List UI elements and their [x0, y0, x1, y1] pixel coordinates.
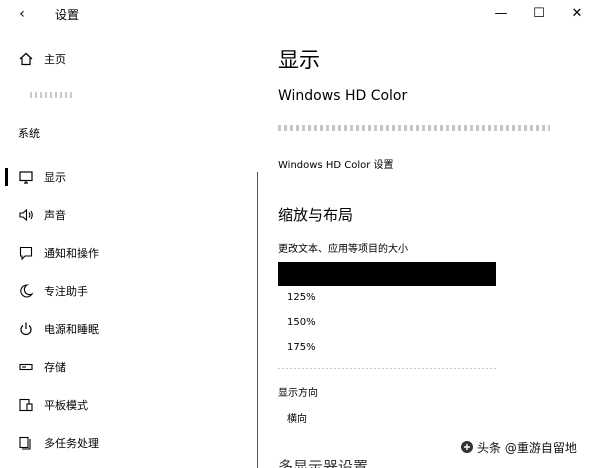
sidebar-item-label: 显示 — [44, 171, 66, 184]
sidebar-item-label: 声音 — [44, 209, 66, 222]
scale-option-label: 175% — [287, 342, 316, 353]
multitask-icon — [19, 436, 31, 450]
watermark-text: 头条 @重游自留地 — [477, 440, 577, 455]
sidebar-item-label: 平板模式 — [44, 399, 88, 412]
moon-icon — [20, 284, 34, 298]
sidebar-item-notifications[interactable]: 通知和操作 — [0, 238, 258, 268]
window-title: 设置 — [55, 8, 80, 22]
sidebar-item-label: 电源和睡眠 — [44, 323, 99, 336]
sidebar-item-sound[interactable]: 声音 — [0, 200, 258, 230]
sidebar-section-title: 系统 — [18, 127, 40, 140]
dropdown-bottom-border — [278, 368, 496, 369]
storage-icon — [19, 363, 33, 371]
scale-option-label: 125% — [287, 292, 316, 303]
hd-color-description-blurred — [278, 125, 550, 131]
sidebar-scrollbar[interactable] — [257, 172, 258, 468]
user-account-blurred — [30, 92, 74, 98]
orientation-dropdown[interactable]: 横向 — [287, 410, 307, 425]
monitor-icon — [19, 171, 33, 184]
sidebar-item-power-sleep[interactable]: 电源和睡眠 — [0, 314, 258, 344]
toutiao-logo-icon — [461, 441, 473, 453]
multiple-displays-heading-text: 多显示器设置 — [278, 458, 368, 468]
sidebar-item-label: 主页 — [44, 53, 66, 66]
sidebar-item-label: 专注助手 — [44, 285, 88, 298]
scale-label: 更改文本、应用等项目的大小 — [278, 244, 408, 255]
maximize-button[interactable]: ☐ — [522, 2, 556, 26]
sidebar: 主页 系统 显示 声音 通知和操作 专注助手 电源和睡眠 存储 平板模式 多任务… — [0, 30, 258, 468]
scale-option-125[interactable]: 125% — [278, 286, 496, 310]
sidebar-item-label: 多任务处理 — [44, 437, 99, 450]
main-content: 显示 Windows HD Color Windows HD Color 设置 … — [278, 30, 600, 468]
scale-option-150[interactable]: 150% — [278, 311, 496, 335]
power-icon — [20, 322, 32, 336]
hd-color-heading: Windows HD Color — [278, 88, 408, 104]
sidebar-item-tablet-mode[interactable]: 平板模式 — [0, 390, 258, 420]
scale-option-label: 150% — [287, 317, 316, 328]
sidebar-item-storage[interactable]: 存储 — [0, 352, 258, 382]
close-button[interactable]: ✕ — [560, 2, 594, 26]
page-title: 显示 — [278, 48, 320, 72]
tablet-icon — [19, 398, 33, 412]
sidebar-item-multitasking[interactable]: 多任务处理 — [0, 428, 258, 458]
watermark: 头条 @重游自留地 — [460, 437, 577, 457]
scale-option-selected[interactable] — [278, 262, 496, 286]
minimize-button[interactable]: — — [484, 2, 518, 26]
settings-window: ‹ 设置 — ☐ ✕ 主页 系统 显示 声音 通知和操作 专注助手 电源和睡眠 … — [0, 0, 600, 468]
home-icon — [19, 52, 33, 66]
sidebar-item-focus-assist[interactable]: 专注助手 — [0, 276, 258, 306]
active-indicator — [5, 168, 8, 186]
title-bar: ‹ 设置 — ☐ ✕ — [0, 0, 600, 28]
sidebar-item-label: 通知和操作 — [44, 247, 99, 260]
sidebar-item-label: 存储 — [44, 361, 66, 374]
speaker-icon — [19, 208, 33, 222]
scale-option-175[interactable]: 175% — [278, 336, 496, 360]
notification-icon — [19, 246, 33, 261]
back-button[interactable]: ‹ — [12, 4, 32, 24]
sidebar-item-home[interactable]: 主页 — [0, 44, 258, 74]
sidebar-item-display[interactable]: 显示 — [0, 162, 258, 192]
hd-color-settings-link[interactable]: Windows HD Color 设置 — [278, 156, 394, 171]
multiple-displays-heading: 多显示器设置 — [278, 454, 368, 468]
orientation-label: 显示方向 — [278, 388, 318, 399]
scale-layout-heading: 缩放与布局 — [278, 206, 354, 224]
